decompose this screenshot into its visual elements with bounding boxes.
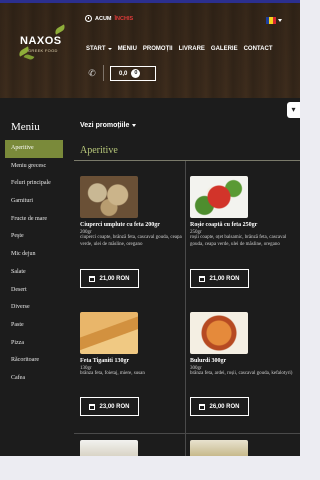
promotions-label: Vezi promoțiile (80, 122, 130, 129)
sidebar-item[interactable]: Cafea (5, 370, 63, 388)
product-title[interactable]: Ciuperci umplute cu feta 200gr (80, 222, 180, 228)
main-nav: START MENIU PROMOȚII LIVRARE GALERIE CONTACT (86, 46, 272, 52)
price-label: 23,00 RON (99, 403, 130, 410)
shopping-bag-icon (199, 403, 206, 410)
nav-item-promo-ii[interactable]: PROMOȚII (143, 46, 173, 52)
chevron-down-icon (107, 48, 112, 50)
nav-item-label: START (86, 46, 106, 52)
clock-icon (85, 15, 92, 22)
nav-item-livrare[interactable]: LIVRARE (179, 46, 205, 52)
nav-item-label: LIVRARE (178, 46, 205, 52)
product-title[interactable]: Bulurdi 300gr (190, 358, 290, 364)
product-title[interactable]: Feta Tiganiti 130gr (80, 358, 180, 364)
grid-divider-vertical (185, 161, 186, 456)
phone-icon[interactable]: ✆ (87, 68, 97, 78)
cart-amount: 0,0 (119, 70, 128, 77)
nav-item-label: MENIU (117, 46, 137, 52)
add-to-cart-button[interactable]: 23,00 RON (80, 397, 139, 416)
cart-button[interactable]: 0,0 0 (110, 66, 156, 81)
divider (103, 65, 104, 81)
sidebar-item[interactable]: Garnituri (5, 193, 63, 211)
chevron-down-icon (132, 124, 137, 127)
price-label: 21,00 RON (209, 275, 240, 282)
chevron-down-icon[interactable] (278, 19, 282, 22)
romanian-flag-icon[interactable] (266, 17, 276, 24)
price-label: 21,00 RON (99, 275, 130, 282)
sidebar-item[interactable]: Pizza (5, 335, 63, 353)
product-image[interactable] (80, 176, 138, 218)
product-title[interactable]: Roșie coaptă cu feta 250gr (190, 222, 290, 228)
nav-item-contact[interactable]: CONTACT (244, 46, 273, 52)
sidebar-item[interactable]: Răcoritoare (5, 352, 63, 370)
product-description: brânza feta, ardei, roșii, cascaval goud… (190, 371, 293, 376)
product-image[interactable] (190, 440, 248, 456)
logo-tagline: GREEK FOOD (28, 48, 58, 53)
naxos-logo[interactable]: NAXOS GREEK FOOD (16, 24, 67, 61)
product-description: brânza feta, foietaj, miere, susan (80, 371, 145, 376)
add-to-cart-button[interactable]: 21,00 RON (190, 269, 249, 288)
product-image[interactable] (190, 176, 248, 218)
sidebar-item[interactable]: Diverse (5, 299, 63, 317)
site-header: NAXOS GREEK FOOD ACUM ÎNCHIS START MENIU P… (0, 0, 300, 98)
sidebar-item[interactable]: Paste (5, 317, 63, 335)
sidebar-title: Meniu (11, 121, 40, 133)
sidebar-item[interactable]: Meniu grecesc (5, 158, 63, 176)
section-divider (74, 160, 300, 161)
section-title: Aperitive (80, 145, 118, 156)
cart-count-badge: 0 (131, 69, 141, 78)
product-card: Feta Tiganiti 130gr 130gr brânza feta, f… (80, 312, 180, 378)
nav-item-label: GALERIE (210, 46, 238, 52)
status-state: ÎNCHIS (114, 15, 134, 22)
nav-item-label: CONTACT (243, 46, 273, 52)
logo-name: NAXOS (20, 35, 62, 47)
olive-leaf-icon (53, 24, 67, 35)
status-prefix: ACUM (95, 15, 112, 22)
side-panel-icon: ▾ (291, 105, 296, 114)
product-card: Roșie coaptă cu feta 250gr 250gr roșii c… (190, 176, 290, 249)
sidebar-item[interactable]: Mic dejun (5, 246, 63, 264)
side-panel-toggle[interactable]: ▾ (287, 102, 300, 118)
olive-leaf-icon (23, 53, 35, 61)
nav-item-meniu[interactable]: MENIU (118, 46, 137, 52)
product-description: ciuperci coapte, brânză feta, cascaval g… (80, 235, 182, 247)
category-sidebar: Aperitive Meniu grecesc Feluri principale G… (5, 140, 63, 388)
open-status: ACUM ÎNCHIS (85, 15, 133, 22)
sidebar-item[interactable]: Desert (5, 282, 63, 300)
product-image[interactable] (80, 440, 138, 456)
nav-item-galerie[interactable]: GALERIE (211, 46, 238, 52)
shopping-bag-icon (199, 275, 206, 282)
page-footer-strip (0, 456, 300, 480)
product-image[interactable] (80, 312, 138, 354)
product-description: roșii coapte, oțet balsamic, brânză feta… (190, 235, 287, 247)
sidebar-item[interactable]: Peşte (5, 228, 63, 246)
product-card: Ciuperci umplute cu feta 200gr 200gr ciu… (80, 176, 182, 249)
sidebar-item[interactable]: Fructe de mare (5, 211, 63, 229)
shopping-bag-icon (89, 403, 96, 410)
shopping-bag-icon (89, 275, 96, 282)
grid-divider-horizontal (74, 433, 300, 434)
sidebar-item[interactable]: Aperitive (5, 140, 63, 158)
promotions-dropdown[interactable]: Vezi promoțiile (80, 122, 137, 129)
product-card: Bulurdi 300gr 300gr brânza feta, ardei, … (190, 312, 292, 378)
price-label: 26,00 RON (209, 403, 240, 410)
add-to-cart-button[interactable]: 26,00 RON (190, 397, 249, 416)
nav-item-label: PROMOȚII (142, 46, 173, 52)
sidebar-item[interactable]: Salate (5, 264, 63, 282)
add-to-cart-button[interactable]: 21,00 RON (80, 269, 139, 288)
nav-item-start[interactable]: START (86, 46, 112, 52)
sidebar-item[interactable]: Feluri principale (5, 175, 63, 193)
product-image[interactable] (190, 312, 248, 354)
